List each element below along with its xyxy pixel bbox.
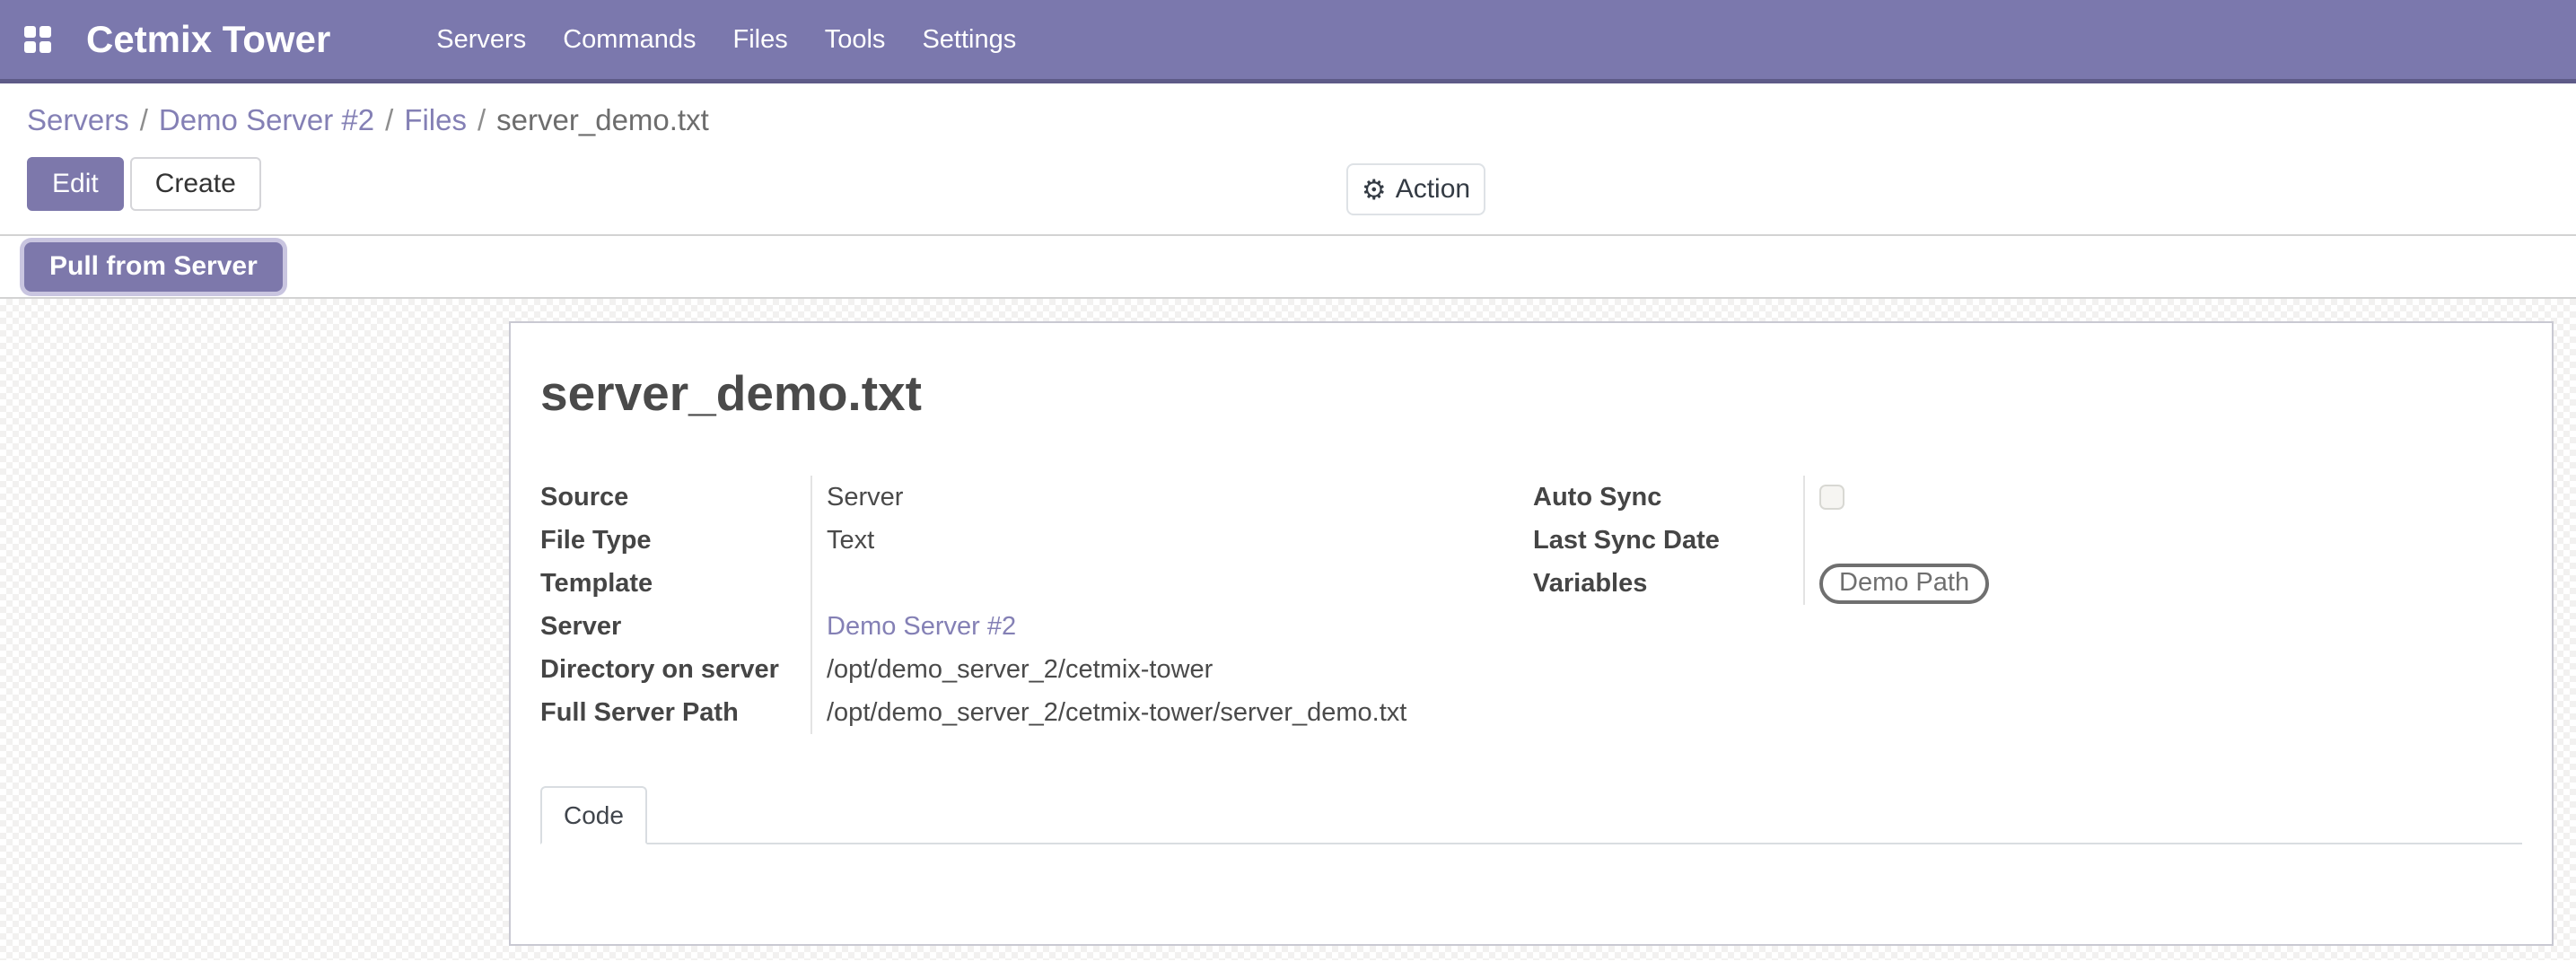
field-label-template: Template: [540, 562, 810, 605]
gear-icon: ⚙: [1362, 176, 1387, 204]
breadcrumb: Servers / Demo Server #2 / Files / serve…: [27, 100, 2549, 141]
field-value-template: [810, 562, 1533, 605]
notebook: Code: [540, 786, 2522, 844]
field-label-auto-sync: Auto Sync: [1533, 476, 1803, 519]
field-value-last-sync-date: [1803, 519, 2522, 562]
breadcrumb-separator: /: [478, 103, 486, 137]
field-row-directory-on-server: Directory on server/opt/demo_server_2/ce…: [540, 648, 1533, 691]
action-button-label: Action: [1396, 174, 1470, 205]
form-sheet: server_demo.txt Source Server File Type Tex…: [509, 321, 2554, 946]
breadcrumb-current: server_demo.txt: [496, 103, 709, 137]
apps-menu-icon-square: [24, 41, 36, 53]
field-row-server: Server Demo Server #2: [540, 605, 1533, 648]
field-value-text-full-server-path: /opt/demo_server_2/cetmix-tower/server_d…: [827, 698, 1406, 728]
breadcrumb-link-demo-server-2[interactable]: Demo Server #2: [159, 103, 374, 137]
field-value-text-directory-on-server: /opt/demo_server_2/cetmix-tower: [827, 655, 1213, 685]
field-value-text-source: Server: [827, 483, 903, 512]
breadcrumb-link-files[interactable]: Files: [404, 103, 467, 137]
create-button[interactable]: Create: [130, 157, 261, 211]
main-menu: Servers Commands Files Tools Settings: [436, 25, 1016, 55]
field-value-file-type: Text: [810, 519, 1533, 562]
field-row-file-type: File Type Text: [540, 519, 1533, 562]
breadcrumb-separator: /: [140, 103, 148, 137]
tab-bar: Code: [540, 786, 2522, 844]
field-row-source: Source Server: [540, 476, 1533, 519]
field-row-full-server-path: Full Server Path/opt/demo_server_2/cetmi…: [540, 691, 1533, 734]
menu-item-files[interactable]: Files: [733, 25, 788, 55]
menu-item-tools[interactable]: Tools: [825, 25, 886, 55]
pull-from-server-button[interactable]: Pull from Server: [24, 242, 283, 292]
field-value-source: Server: [810, 476, 1533, 519]
page-title: server_demo.txt: [540, 364, 2522, 422]
field-label-full-server-path: Full Server Path: [540, 691, 810, 734]
action-button[interactable]: ⚙ Action: [1346, 163, 1485, 215]
field-row-variables: Variables Demo Path: [1533, 562, 2522, 605]
menu-item-commands[interactable]: Commands: [563, 25, 696, 55]
field-label-directory-on-server: Directory on server: [540, 648, 810, 691]
breadcrumb-link-servers[interactable]: Servers: [27, 103, 129, 137]
statusbar: Pull from Server: [0, 236, 2576, 299]
field-row-last-sync-date: Last Sync Date: [1533, 519, 2522, 562]
field-value-variables: Demo Path: [1803, 562, 2522, 605]
field-area: SourceServerFile TypeTextTemplateServerD…: [540, 476, 2522, 734]
field-group-right: Auto SyncLast Sync DateVariables Demo Pat…: [1533, 476, 2522, 734]
breadcrumb-separator: /: [385, 103, 393, 137]
apps-menu-icon-square: [24, 26, 36, 38]
apps-menu-icon-square: [39, 41, 51, 53]
field-label-server: Server: [540, 605, 810, 648]
menu-item-servers[interactable]: Servers: [436, 25, 526, 55]
field-label-file-type: File Type: [540, 519, 810, 562]
field-value-directory-on-server: /opt/demo_server_2/cetmix-tower: [810, 648, 1533, 691]
field-value-auto-sync: [1803, 476, 2522, 519]
field-label-source: Source: [540, 476, 810, 519]
menu-item-settings[interactable]: Settings: [922, 25, 1016, 55]
apps-menu-icon-square: [39, 26, 51, 38]
edit-button[interactable]: Edit: [27, 157, 124, 211]
field-row-auto-sync: Auto Sync: [1533, 476, 2522, 519]
field-label-variables: Variables: [1533, 562, 1803, 605]
field-label-last-sync-date: Last Sync Date: [1533, 519, 1803, 562]
brand-title[interactable]: Cetmix Tower: [86, 18, 330, 61]
field-value-text-file-type: Text: [827, 526, 874, 555]
top-navbar: Cetmix Tower Servers Commands Files Tool…: [0, 0, 2576, 83]
field-group-left: SourceServerFile TypeTextTemplateServerD…: [540, 476, 1533, 734]
apps-menu-icon[interactable]: [24, 26, 51, 53]
auto-sync-checkbox[interactable]: [1819, 485, 1844, 510]
variable-tag[interactable]: Demo Path: [1819, 564, 1989, 604]
field-row-template: Template: [540, 562, 1533, 605]
server-link[interactable]: Demo Server #2: [827, 612, 1016, 642]
field-value-server: Demo Server #2: [810, 605, 1533, 648]
control-panel-buttons: Edit Create: [27, 157, 2549, 211]
tab-code[interactable]: Code: [540, 786, 647, 844]
field-value-full-server-path: /opt/demo_server_2/cetmix-tower/server_d…: [810, 691, 1533, 734]
control-panel: Servers / Demo Server #2 / Files / serve…: [0, 83, 2576, 236]
